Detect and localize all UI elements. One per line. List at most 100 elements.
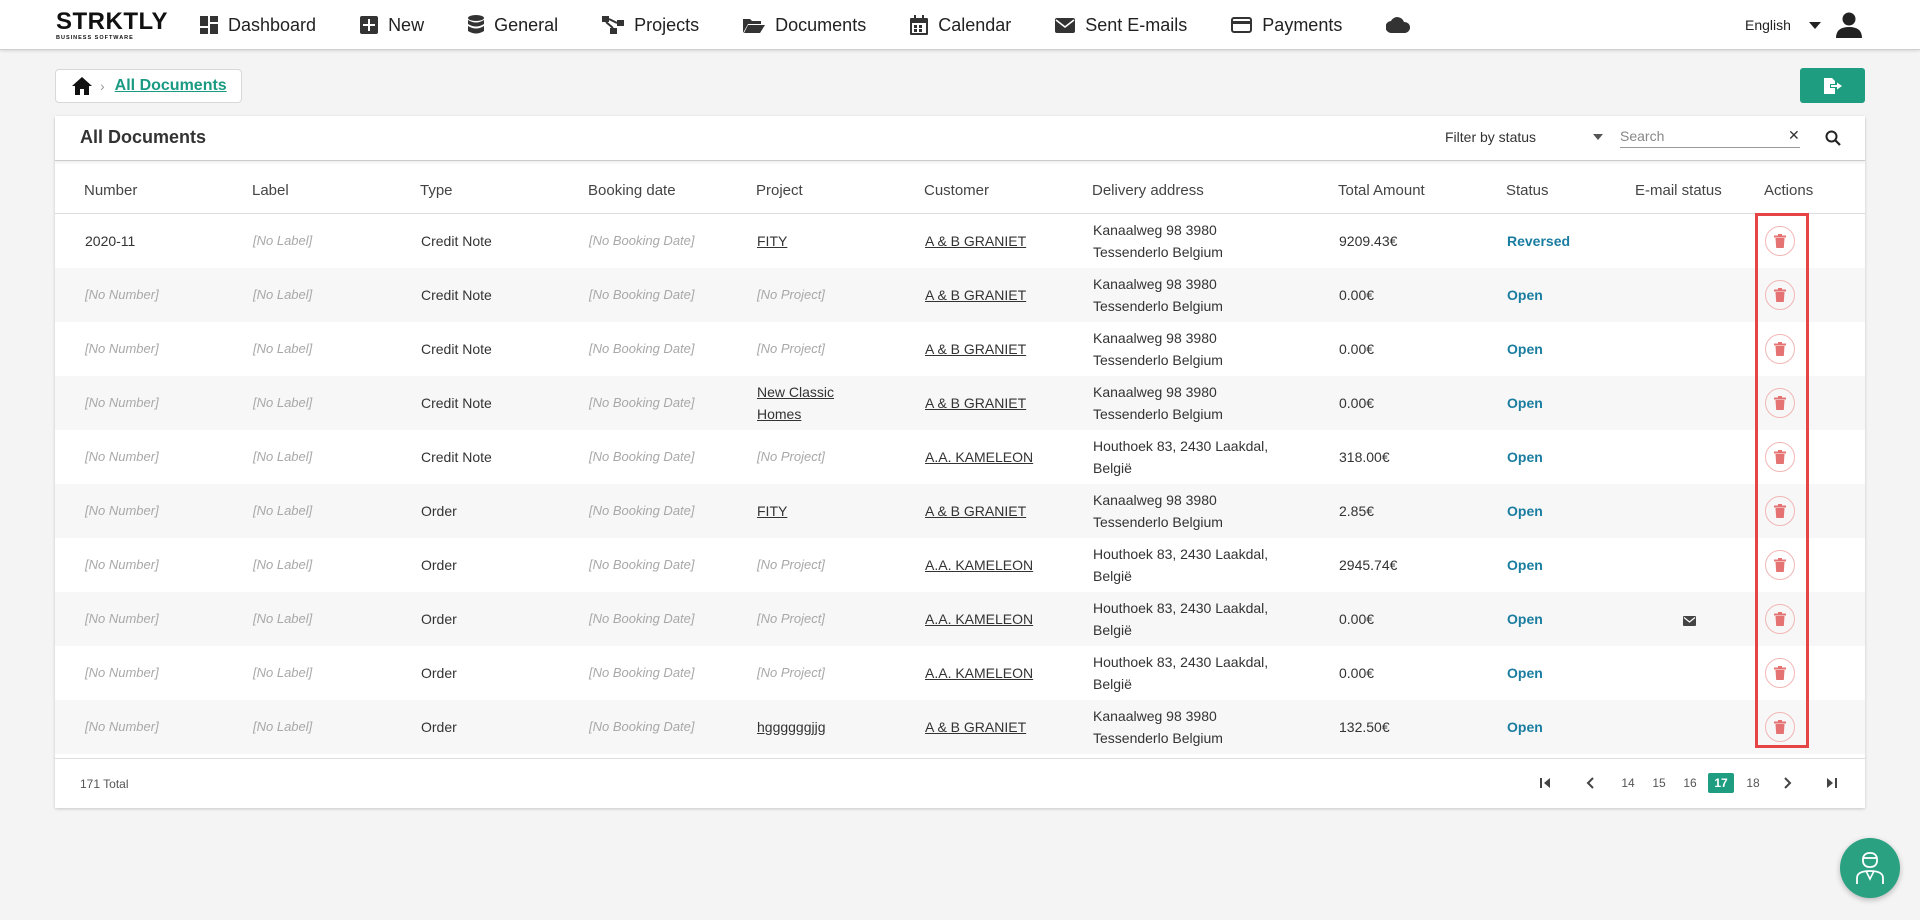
clear-search-icon[interactable]: ✕ <box>1788 127 1800 144</box>
column-header-total-amount[interactable]: Total Amount <box>1338 182 1425 199</box>
logo[interactable]: STRKTLY BUSINESS SOFTWARE <box>56 10 167 42</box>
cell-label: [No Label] <box>253 665 313 680</box>
cell-project[interactable]: FITY <box>757 233 787 249</box>
export-document-button[interactable] <box>1800 68 1865 103</box>
page-button[interactable]: 14 <box>1615 773 1641 793</box>
dashboard-icon <box>200 16 218 34</box>
cell-customer-link[interactable]: A & B GRANIET <box>925 341 1026 357</box>
delete-button[interactable] <box>1765 280 1795 310</box>
column-header-customer[interactable]: Customer <box>924 182 989 199</box>
cell-project-link[interactable]: Homes <box>757 406 801 422</box>
cell-customer-link[interactable]: A & B GRANIET <box>925 233 1026 249</box>
user-icon[interactable] <box>1836 12 1862 43</box>
nav-menu: Dashboard New General Projects Documents… <box>200 0 1464 50</box>
trash-icon <box>1774 720 1786 734</box>
column-header-email-status[interactable]: E-mail status <box>1635 182 1722 199</box>
table-row[interactable]: [No Number] [No Label] Order [No Booking Da… <box>55 484 1865 538</box>
table-row[interactable]: [No Number] [No Label] Credit Note [No Book… <box>55 430 1865 484</box>
current-page-button[interactable]: 17 <box>1708 773 1734 793</box>
last-page-button[interactable] <box>1822 773 1842 793</box>
cell-customer-link[interactable]: A.A. KAMELEON <box>925 611 1033 627</box>
search-icon[interactable] <box>1825 130 1841 151</box>
delete-button[interactable] <box>1765 388 1795 418</box>
nav-item-payments[interactable]: Payments <box>1231 15 1342 36</box>
cell-number: [No Number] <box>85 503 159 518</box>
support-chat-button[interactable] <box>1840 838 1900 898</box>
page-button[interactable]: 16 <box>1677 773 1703 793</box>
nav-item-calendar[interactable]: Calendar <box>910 15 1011 36</box>
nav-item-cloud[interactable] <box>1386 17 1420 33</box>
table-row[interactable]: [No Number] [No Label] Credit Note [No Book… <box>55 376 1865 430</box>
column-header-status[interactable]: Status <box>1506 182 1549 199</box>
cell-type: Order <box>421 611 457 627</box>
nav-item-sent-emails[interactable]: Sent E-mails <box>1055 15 1187 36</box>
breadcrumb-current[interactable]: All Documents <box>115 77 227 95</box>
page-button[interactable]: 18 <box>1740 773 1766 793</box>
card-header: All Documents Filter by status Search ✕ <box>55 116 1865 161</box>
delete-button[interactable] <box>1765 496 1795 526</box>
delete-button[interactable] <box>1765 334 1795 364</box>
card-title: All Documents <box>80 127 207 147</box>
delete-button[interactable] <box>1765 604 1795 634</box>
delete-button[interactable] <box>1765 550 1795 580</box>
previous-page-button[interactable] <box>1580 773 1600 793</box>
cell-number: [No Number] <box>85 395 159 410</box>
column-header-type[interactable]: Type <box>420 182 453 199</box>
delete-button[interactable] <box>1765 658 1795 688</box>
nav-item-general[interactable]: General <box>468 15 558 36</box>
cell-customer-link[interactable]: A.A. KAMELEON <box>925 449 1033 465</box>
cell-customer-link[interactable]: A.A. KAMELEON <box>925 665 1033 681</box>
column-header-label[interactable]: Label <box>252 182 289 199</box>
trash-icon <box>1774 450 1786 464</box>
nav-item-projects[interactable]: Projects <box>602 15 699 36</box>
table-row[interactable]: 2020-11 [No Label] Credit Note [No Booking … <box>55 214 1865 268</box>
cell-project[interactable]: FITY <box>757 503 787 519</box>
delete-button[interactable] <box>1765 226 1795 256</box>
cell-label: [No Label] <box>253 503 313 518</box>
column-header-delivery-address[interactable]: Delivery address <box>1092 182 1204 199</box>
cell-project-link[interactable]: New Classic <box>757 384 834 400</box>
table-row[interactable]: [No Number] [No Label] Credit Note [No Book… <box>55 322 1865 376</box>
cell-customer-link[interactable]: A & B GRANIET <box>925 503 1026 519</box>
language-selector[interactable]: English <box>1745 17 1821 33</box>
cell-total-amount: 0.00€ <box>1339 395 1375 411</box>
column-header-project[interactable]: Project <box>756 182 803 199</box>
column-header-number[interactable]: Number <box>84 182 137 199</box>
cell-project: [No Project] <box>757 287 825 302</box>
cell-address-line1: Houthoek 83, 2430 Laakdal, <box>1093 654 1269 670</box>
cell-address-line2: Tessenderlo Belgium <box>1093 514 1223 530</box>
column-header-booking-date[interactable]: Booking date <box>588 182 676 199</box>
table-row[interactable]: [No Number] [No Label] Order [No Booking Da… <box>55 700 1865 754</box>
delete-button[interactable] <box>1765 712 1795 742</box>
cell-address-line1: Houthoek 83, 2430 Laakdal, <box>1093 600 1269 616</box>
home-icon[interactable] <box>72 77 92 95</box>
cell-booking-date: [No Booking Date] <box>589 557 695 572</box>
status-filter-select[interactable]: Filter by status <box>1445 129 1603 145</box>
nav-item-documents[interactable]: Documents <box>743 15 866 36</box>
delete-button[interactable] <box>1765 442 1795 472</box>
cell-project[interactable]: hggggggjjg <box>757 719 826 735</box>
page-button[interactable]: 15 <box>1646 773 1672 793</box>
nav-item-label: Dashboard <box>228 14 317 35</box>
cell-booking-date: [No Booking Date] <box>589 395 695 410</box>
first-page-button[interactable] <box>1535 773 1555 793</box>
nav-item-dashboard[interactable]: Dashboard <box>200 15 316 36</box>
cell-address-line2: Tessenderlo Belgium <box>1093 730 1223 746</box>
cell-customer-link[interactable]: A & B GRANIET <box>925 287 1026 303</box>
nav-item-new[interactable]: New <box>360 15 424 36</box>
table-row[interactable]: [No Number] [No Label] Order [No Booking Da… <box>55 646 1865 700</box>
cell-customer-link[interactable]: A & B GRANIET <box>925 395 1026 411</box>
table-row[interactable]: [No Number] [No Label] Order [No Booking Da… <box>55 592 1865 646</box>
table-row[interactable]: [No Number] [No Label] Credit Note [No Book… <box>55 268 1865 322</box>
next-page-button[interactable] <box>1778 773 1798 793</box>
cell-customer-link[interactable]: A.A. KAMELEON <box>925 557 1033 573</box>
cell-number: [No Number] <box>85 719 159 734</box>
cell-number: [No Number] <box>85 449 159 464</box>
cell-type: Credit Note <box>421 395 492 411</box>
database-icon <box>468 15 485 34</box>
cell-status: Open <box>1507 719 1543 735</box>
search-input[interactable]: Search <box>1620 124 1800 148</box>
language-label: English <box>1745 17 1791 33</box>
cell-customer-link[interactable]: A & B GRANIET <box>925 719 1026 735</box>
table-row[interactable]: [No Number] [No Label] Order [No Booking Da… <box>55 538 1865 592</box>
